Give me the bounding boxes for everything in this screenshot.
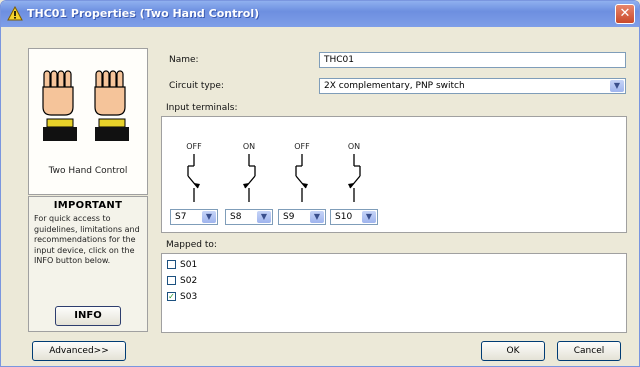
device-preview-panel: Two Hand Control: [28, 48, 148, 195]
terminal-select[interactable]: S9 ▼: [278, 209, 326, 225]
important-text: For quick access to guidelines, limitati…: [34, 214, 140, 265]
checkbox[interactable]: [167, 276, 176, 285]
warning-triangle-icon: [7, 6, 23, 21]
name-label: Name:: [169, 55, 199, 65]
mapped-to-list: S01 S02 ✓ S03: [161, 253, 627, 333]
circuit-type-label: Circuit type:: [169, 81, 224, 91]
important-panel: IMPORTANT For quick access to guidelines…: [28, 196, 148, 332]
properties-dialog: THC01 Properties (Two Hand Control) ✕ Tw…: [0, 0, 640, 367]
advanced-button[interactable]: Advanced>>: [32, 341, 126, 361]
window-title: THC01 Properties (Two Hand Control): [27, 7, 260, 20]
close-icon[interactable]: ✕: [615, 4, 635, 24]
important-title: IMPORTANT: [53, 200, 123, 211]
terminal-value: S7: [175, 212, 187, 222]
no-switch-icon: [243, 154, 256, 202]
mapped-to-label: Mapped to:: [166, 240, 217, 250]
no-switch-icon: [348, 154, 361, 202]
cancel-button[interactable]: Cancel: [557, 341, 621, 361]
circuit-type-select[interactable]: 2X complementary, PNP switch ▼: [319, 78, 626, 94]
terminal-value: S9: [283, 212, 295, 222]
switch-state-label: ON: [347, 142, 361, 151]
mapped-item-label: S01: [180, 260, 198, 270]
two-hand-control-icon: [42, 70, 129, 141]
terminal-value: S10: [335, 212, 353, 222]
input-terminals-label: Input terminals:: [166, 103, 238, 113]
ok-button[interactable]: OK: [481, 341, 545, 361]
terminal-select[interactable]: S7 ▼: [170, 209, 218, 225]
chevron-down-icon[interactable]: ▼: [310, 211, 324, 223]
input-terminals-panel: OFF S7 ▼ ON S8 ▼ OFF S9 ▼ ON S10 ▼: [161, 116, 627, 233]
chevron-down-icon[interactable]: ▼: [610, 80, 624, 92]
mapped-item-label: S03: [180, 292, 198, 302]
circuit-type-value: 2X complementary, PNP switch: [324, 81, 465, 91]
checkbox[interactable]: [167, 260, 176, 269]
switch-state-label: OFF: [294, 142, 310, 151]
nc-switch-icon: [295, 154, 308, 202]
name-field[interactable]: THC01: [319, 52, 626, 68]
chevron-down-icon[interactable]: ▼: [257, 211, 271, 223]
info-button[interactable]: INFO: [55, 306, 121, 326]
chevron-down-icon[interactable]: ▼: [202, 211, 216, 223]
chevron-down-icon[interactable]: ▼: [362, 211, 376, 223]
nc-switch-icon: [187, 154, 200, 202]
switch-state-label: ON: [242, 142, 256, 151]
switch-state-label: OFF: [186, 142, 202, 151]
mapped-item-label: S02: [180, 276, 198, 286]
terminal-select[interactable]: S8 ▼: [225, 209, 273, 225]
checkbox-checked[interactable]: ✓: [167, 292, 176, 301]
device-label: Two Hand Control: [48, 166, 128, 176]
terminal-value: S8: [230, 212, 242, 222]
title-bar[interactable]: THC01 Properties (Two Hand Control) ✕: [1, 1, 639, 27]
terminal-select[interactable]: S10 ▼: [330, 209, 378, 225]
